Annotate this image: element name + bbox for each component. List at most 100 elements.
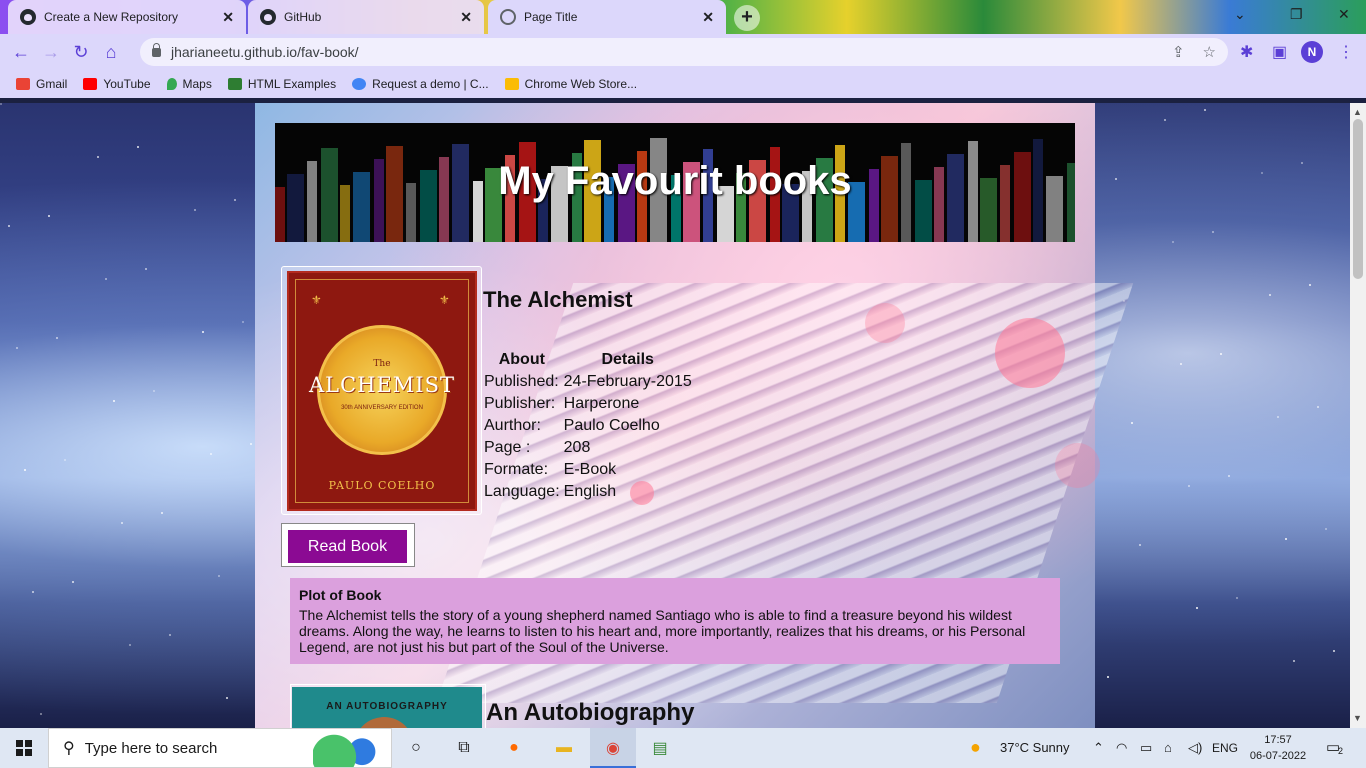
plot-heading: Plot of Book — [299, 587, 382, 603]
tab-strip: Create a New Repository ✕ GitHub ✕ Page … — [0, 0, 1366, 34]
youtube-icon — [83, 78, 98, 90]
new-tab-button[interactable]: + — [734, 5, 760, 31]
close-icon[interactable]: ✕ — [702, 9, 714, 26]
table-row: Formate: E-Book — [484, 461, 617, 478]
weather-icon[interactable]: ● — [970, 737, 981, 758]
gmail-icon — [16, 78, 30, 90]
demo-icon — [352, 78, 367, 90]
cortana-icon[interactable]: ○ — [404, 736, 428, 760]
read-book-button[interactable]: Read Book — [288, 530, 407, 563]
cover-the: The — [373, 359, 391, 369]
close-window-icon[interactable]: ✕ — [1338, 6, 1350, 23]
cover-title: AN AUTOBIOGRAPHY — [326, 701, 448, 712]
reload-icon[interactable]: ↻ — [66, 42, 96, 63]
close-icon[interactable]: ✕ — [222, 9, 234, 26]
table-row: Published: 24-February-2015 — [484, 373, 692, 390]
table-header-about: About — [498, 351, 545, 368]
forward-icon[interactable]: → — [36, 42, 66, 63]
battery-icon[interactable]: ▭ — [1140, 740, 1152, 756]
side-panel-icon[interactable]: ▣ — [1272, 42, 1287, 62]
bookmarks-bar: Gmail YouTube Maps HTML Examples Request… — [0, 70, 1366, 98]
back-icon[interactable]: ← — [6, 42, 36, 63]
bird-icon: ⚜ — [439, 293, 450, 307]
search-icon: ⚲ — [63, 740, 75, 757]
close-icon[interactable]: ✕ — [460, 9, 472, 26]
book-title: An Autobiography — [486, 699, 695, 726]
w3schools-icon — [227, 78, 242, 90]
scroll-down-icon[interactable]: ▼ — [1353, 713, 1362, 723]
bookmark-chrome-web-store[interactable]: Chrome Web Store... — [504, 77, 637, 91]
language-indicator[interactable]: ENG — [1212, 741, 1238, 755]
globe-icon — [500, 9, 516, 25]
table-row: Publisher: Harperone — [484, 395, 640, 412]
browser-toolbar: ← → ↻ ⌂ jharianeetu.github.io/fav-book/ … — [0, 34, 1366, 70]
scroll-thumb[interactable] — [1353, 119, 1363, 279]
cover-title: ALCHEMIST — [308, 373, 455, 397]
clock-time: 17:57 — [1264, 734, 1292, 746]
table-header-details: Details — [601, 351, 654, 368]
book-details-table: About Details Published: 24-February-2015… — [482, 350, 694, 504]
tab-page-title[interactable]: Page Title ✕ — [488, 0, 726, 34]
bokeh-light — [1055, 443, 1100, 488]
maps-icon — [166, 78, 177, 90]
bookmark-youtube[interactable]: YouTube — [83, 77, 151, 91]
book-cover-frame: AN AUTOBIOGRAPHY — [290, 684, 486, 728]
windows-icon — [16, 740, 32, 756]
web-store-icon — [504, 78, 519, 90]
page-scrollbar[interactable]: ▲ ▼ — [1350, 103, 1366, 728]
share-icon[interactable]: ⇪ — [1172, 43, 1185, 61]
books-container: My Favourit books ⚜ ⚜ The ALCHEMIST 30th… — [255, 103, 1134, 728]
home-icon[interactable]: ⌂ — [96, 42, 126, 63]
tab-title: Page Title — [524, 10, 578, 24]
notification-count: 2 — [1338, 746, 1344, 756]
url-text[interactable]: jharianeetu.github.io/fav-book/ — [171, 44, 359, 60]
bookmark-maps[interactable]: Maps — [166, 77, 212, 91]
book-title: The Alchemist — [483, 287, 633, 312]
tab-search-icon[interactable]: ⌄ — [1234, 6, 1246, 23]
chevron-up-icon[interactable]: ⌃ — [1093, 740, 1104, 756]
task-view-icon[interactable]: ⧉ — [452, 736, 476, 760]
windows-taskbar: ⚲ Type here to search ○ ⧉ ● ▬ ◉ ▤ ● 37°C… — [0, 728, 1366, 768]
bokeh-light — [865, 303, 905, 343]
file-explorer-icon[interactable]: ▬ — [552, 736, 576, 760]
taskbar-search[interactable]: ⚲ Type here to search — [48, 728, 392, 768]
wifi-icon[interactable]: ◠ — [1116, 740, 1127, 756]
page-title: My Favourit books — [498, 159, 852, 203]
bookmark-request-demo[interactable]: Request a demo | C... — [352, 77, 489, 91]
alchemist-cover-image: ⚜ ⚜ The ALCHEMIST 30th ANNIVERSARY EDITI… — [287, 271, 477, 511]
firefox-icon[interactable]: ● — [502, 736, 526, 760]
scroll-up-icon[interactable]: ▲ — [1353, 107, 1362, 117]
table-row: Language: English — [484, 483, 617, 500]
tab-create-repository[interactable]: Create a New Repository ✕ — [8, 0, 246, 34]
extensions-icon[interactable]: ✱ — [1240, 42, 1253, 62]
book-cover-frame: ⚜ ⚜ The ALCHEMIST 30th ANNIVERSARY EDITI… — [281, 266, 482, 515]
start-button[interactable] — [0, 728, 48, 768]
github-icon — [260, 9, 276, 25]
lock-icon[interactable] — [152, 42, 161, 57]
autobiography-cover-image: AN AUTOBIOGRAPHY — [292, 687, 482, 728]
cover-edition: 30th ANNIVERSARY EDITION — [341, 405, 423, 411]
volume-icon[interactable]: ◁) — [1188, 740, 1202, 756]
network-icon[interactable]: ⌂ — [1164, 740, 1172, 755]
address-bar[interactable]: jharianeetu.github.io/fav-book/ ⇪ ☆ — [140, 38, 1228, 66]
clock[interactable]: 17:57 06-07-2022 — [1248, 732, 1308, 764]
header-banner: My Favourit books — [275, 123, 1075, 242]
plot-text: The Alchemist tells the story of a young… — [299, 607, 1026, 655]
bokeh-light — [995, 318, 1065, 388]
restore-icon[interactable]: ❐ — [1290, 6, 1303, 23]
clock-date: 06-07-2022 — [1249, 750, 1307, 762]
menu-icon[interactable]: ⋮ — [1338, 42, 1354, 62]
app-icon[interactable]: ▤ — [648, 736, 672, 760]
bookmark-html-examples[interactable]: HTML Examples — [227, 77, 336, 91]
read-book-frame: Read Book — [281, 523, 415, 567]
bookmark-gmail[interactable]: Gmail — [16, 77, 67, 91]
profile-avatar[interactable]: N — [1301, 41, 1323, 63]
bookmark-star-icon[interactable]: ☆ — [1203, 43, 1216, 61]
weather-text[interactable]: 37°C Sunny — [1000, 740, 1070, 755]
search-highlight-image — [313, 733, 383, 767]
cover-author: PAULO COELHO — [328, 479, 436, 492]
tab-github[interactable]: GitHub ✕ — [248, 0, 484, 34]
bird-icon: ⚜ — [311, 293, 322, 307]
chrome-icon[interactable]: ◉ — [601, 736, 625, 760]
plot-box: Plot of Book The Alchemist tells the sto… — [290, 578, 1060, 664]
